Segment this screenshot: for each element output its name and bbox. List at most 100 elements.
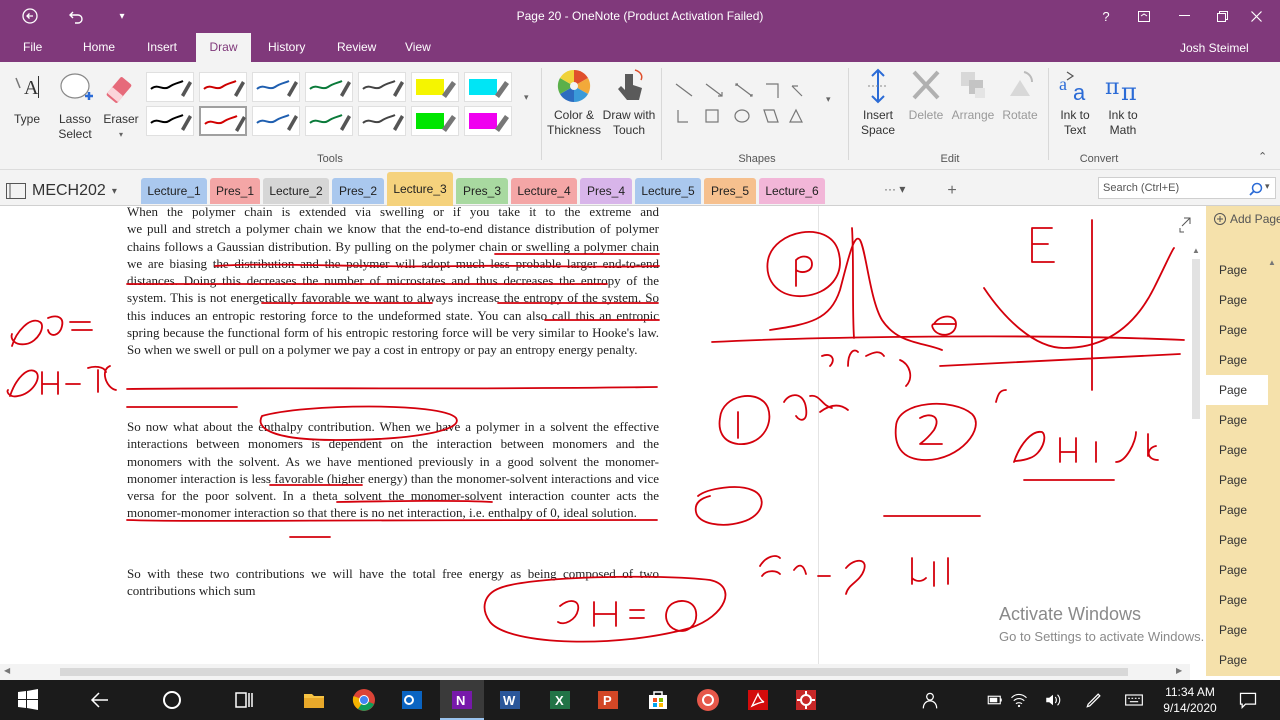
page-list-item[interactable]: Page xyxy=(1206,555,1268,585)
horizontal-scroll-thumb[interactable] xyxy=(60,668,1128,676)
outlook-icon[interactable] xyxy=(400,688,424,712)
restore-icon[interactable] xyxy=(1206,0,1238,32)
file-explorer-icon[interactable] xyxy=(302,688,326,712)
page-list-item[interactable]: Page xyxy=(1206,615,1268,645)
page-list-item[interactable]: Page xyxy=(1206,255,1268,285)
section-tab[interactable]: Pres_5 xyxy=(704,178,756,204)
battery-icon[interactable] xyxy=(986,688,1004,712)
page-list-item[interactable]: Page xyxy=(1206,375,1268,405)
page-list-item[interactable]: Page xyxy=(1206,345,1268,375)
add-section-button[interactable]: + xyxy=(938,178,966,204)
pen-gallery-more-icon[interactable]: ▾ xyxy=(524,92,529,103)
tab-review[interactable]: Review xyxy=(327,33,386,62)
pen-workspace-icon[interactable] xyxy=(1084,688,1104,712)
lasso-select-button[interactable]: Lasso Select xyxy=(52,70,98,142)
tab-home[interactable]: Home xyxy=(73,33,125,62)
clock[interactable]: 11:34 AM 9/14/2020 xyxy=(1160,684,1220,716)
keyboard-icon[interactable] xyxy=(1124,688,1144,712)
powerpoint-icon[interactable]: P xyxy=(596,688,620,712)
horizontal-scrollbar[interactable]: ◀ ▶ xyxy=(0,664,1190,680)
notifications-icon[interactable] xyxy=(1238,688,1258,712)
pen-swatch[interactable] xyxy=(252,72,300,102)
app-circle-icon[interactable] xyxy=(696,688,720,712)
section-tab[interactable]: Lecture_2 xyxy=(263,178,329,204)
pen-swatch[interactable] xyxy=(199,72,247,102)
tab-draw[interactable]: Draw xyxy=(196,33,251,62)
back-arrow-icon[interactable] xyxy=(88,688,112,712)
section-tab[interactable]: Pres_1 xyxy=(210,178,260,204)
chrome-icon[interactable] xyxy=(352,688,376,712)
pages-scroll-up-icon[interactable]: ▲ xyxy=(1268,258,1276,267)
ink-to-text-button[interactable]: aa Ink to Text xyxy=(1052,68,1098,138)
help-icon[interactable]: ? xyxy=(1092,0,1120,32)
excel-icon[interactable]: X xyxy=(548,688,572,712)
color-thickness-button[interactable]: Color & Thickness xyxy=(546,68,602,138)
tab-history[interactable]: History xyxy=(258,33,315,62)
search-icon[interactable] xyxy=(1249,182,1263,196)
pen-swatch[interactable] xyxy=(146,106,194,136)
page-list-item[interactable]: Page xyxy=(1206,405,1268,435)
scroll-thumb[interactable] xyxy=(1192,259,1200,419)
page-list-item[interactable]: Page xyxy=(1206,525,1268,555)
insert-space-button[interactable]: Insert Space xyxy=(854,68,902,138)
ink-to-math-button[interactable]: ππ Ink to Math xyxy=(1100,68,1146,138)
page-list-item[interactable]: Page xyxy=(1206,435,1268,465)
section-tab[interactable]: Lecture_4 xyxy=(511,178,577,204)
scroll-left-icon[interactable]: ◀ xyxy=(4,666,10,675)
pen-swatch[interactable] xyxy=(146,72,194,102)
word-icon[interactable]: W xyxy=(498,688,522,712)
page-list-item[interactable]: Page xyxy=(1206,285,1268,315)
pen-swatch[interactable] xyxy=(358,106,406,136)
page-list-item[interactable]: Page xyxy=(1206,465,1268,495)
search-scope-dropdown-icon[interactable]: ▾ xyxy=(1265,181,1270,192)
volume-icon[interactable] xyxy=(1044,688,1062,712)
store-icon[interactable] xyxy=(646,688,670,712)
arrange-button[interactable]: Arrange xyxy=(950,68,996,123)
section-tab[interactable]: Pres_4 xyxy=(580,178,632,204)
more-sections-icon[interactable]: ··· ▾ xyxy=(884,182,905,196)
tab-insert[interactable]: Insert xyxy=(137,33,187,62)
search-box[interactable]: Search (Ctrl+E) ▾ xyxy=(1098,177,1276,199)
pen-swatch[interactable] xyxy=(464,106,512,136)
wifi-icon[interactable] xyxy=(1010,688,1028,712)
tab-view[interactable]: View xyxy=(395,33,441,62)
minimize-icon[interactable] xyxy=(1168,0,1200,32)
section-tab[interactable]: Lecture_1 xyxy=(141,178,207,204)
page-list-item[interactable]: Page xyxy=(1206,495,1268,525)
gear-app-icon[interactable] xyxy=(794,688,818,712)
pen-swatch[interactable] xyxy=(252,106,300,136)
vertical-scrollbar[interactable]: ▲ xyxy=(1190,246,1202,656)
section-tab[interactable]: Lecture_6 xyxy=(759,178,825,204)
ribbon-display-icon[interactable] xyxy=(1130,0,1158,32)
scroll-up-icon[interactable]: ▲ xyxy=(1190,246,1202,255)
page-list-item[interactable]: Page xyxy=(1206,645,1268,675)
delete-button[interactable]: Delete xyxy=(904,68,948,123)
section-tab[interactable]: Lecture_3 xyxy=(387,172,453,206)
user-name[interactable]: Josh Steimel xyxy=(1180,41,1249,55)
shapes-more-icon[interactable]: ▾ xyxy=(826,94,831,105)
pen-swatch[interactable] xyxy=(411,106,459,136)
scroll-right-icon[interactable]: ▶ xyxy=(1176,666,1182,675)
acrobat-icon[interactable] xyxy=(746,688,770,712)
windows-start-icon[interactable] xyxy=(16,688,40,712)
notebook-selector[interactable]: MECH202 ▾ xyxy=(6,178,117,204)
pen-swatch[interactable] xyxy=(305,106,353,136)
pen-swatch[interactable] xyxy=(464,72,512,102)
pen-swatch[interactable] xyxy=(411,72,459,102)
tab-file[interactable]: File xyxy=(13,33,52,62)
task-view-icon[interactable] xyxy=(232,688,256,712)
page-list-item[interactable]: Page xyxy=(1206,585,1268,615)
draw-with-touch-button[interactable]: Draw with Touch xyxy=(602,68,656,138)
pen-swatch[interactable] xyxy=(199,106,247,136)
onenote-icon[interactable]: N xyxy=(450,688,474,712)
section-tab[interactable]: Pres_3 xyxy=(456,178,508,204)
cortana-icon[interactable] xyxy=(160,688,184,712)
rotate-button[interactable]: Rotate xyxy=(998,68,1042,123)
add-page-button[interactable]: Add Page xyxy=(1214,212,1280,226)
page-list-item[interactable]: Page xyxy=(1206,315,1268,345)
eraser-dropdown-icon[interactable]: ▾ xyxy=(102,127,140,142)
eraser-button[interactable]: Eraser ▾ xyxy=(102,70,140,142)
section-tab[interactable]: Lecture_5 xyxy=(635,178,701,204)
pen-swatch[interactable] xyxy=(358,72,406,102)
section-tab[interactable]: Pres_2 xyxy=(332,178,384,204)
